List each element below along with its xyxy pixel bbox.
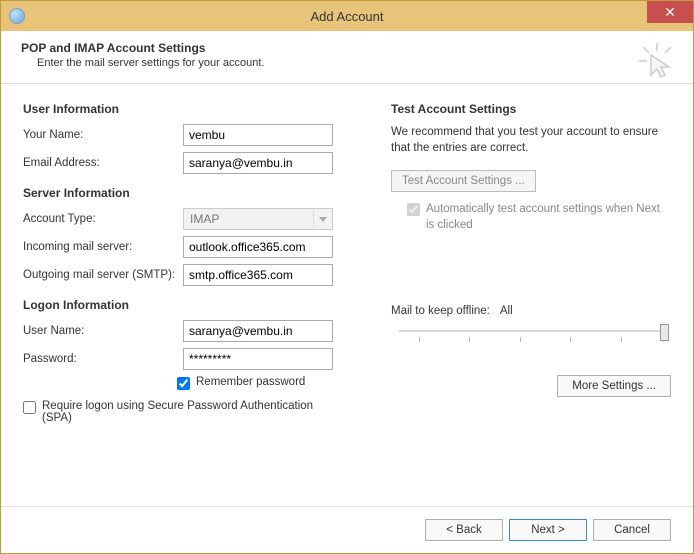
chevron-down-icon [313, 210, 331, 228]
label-password: Password: [23, 353, 183, 365]
window-title: Add Account [1, 9, 693, 24]
cursor-icon [637, 41, 677, 81]
label-outgoing: Outgoing mail server (SMTP): [23, 269, 183, 281]
label-your-name: Your Name: [23, 129, 183, 141]
incoming-server-input[interactable] [183, 236, 333, 258]
test-description: We recommend that you test your account … [391, 124, 671, 156]
label-user-name: User Name: [23, 325, 183, 337]
right-column: Test Account Settings We recommend that … [391, 102, 671, 496]
mail-offline-label: Mail to keep offline: [391, 305, 490, 317]
section-test-settings: Test Account Settings [391, 102, 671, 116]
label-incoming: Incoming mail server: [23, 241, 183, 253]
dialog-header: POP and IMAP Account Settings Enter the … [1, 31, 693, 84]
back-button[interactable]: < Back [425, 519, 503, 541]
left-column: User Information Your Name: Email Addres… [23, 102, 363, 496]
auto-test-row: Automatically test account settings when… [407, 202, 671, 233]
auto-test-checkbox[interactable] [407, 203, 420, 216]
remember-password-label: Remember password [196, 376, 305, 388]
auto-test-label: Automatically test account settings when… [426, 202, 671, 233]
cancel-button[interactable]: Cancel [593, 519, 671, 541]
slider-line [399, 330, 663, 332]
mail-offline-section: Mail to keep offline: All [391, 305, 671, 347]
next-button[interactable]: Next > [509, 519, 587, 541]
require-spa-label: Require logon using Secure Password Auth… [42, 400, 342, 424]
remember-password-row: Remember password [177, 376, 363, 390]
add-account-window: Add Account ✕ POP and IMAP Account Setti… [0, 0, 694, 554]
dialog-body: User Information Your Name: Email Addres… [1, 84, 693, 506]
section-server-info: Server Information [23, 186, 363, 200]
password-input[interactable] [183, 348, 333, 370]
require-spa-checkbox[interactable] [23, 401, 36, 414]
close-icon: ✕ [664, 5, 676, 19]
close-button[interactable]: ✕ [647, 1, 693, 23]
section-logon-info: Logon Information [23, 298, 363, 312]
header-subtitle: Enter the mail server settings for your … [21, 57, 673, 69]
mail-offline-value: All [500, 305, 513, 317]
label-account-type: Account Type: [23, 213, 183, 225]
require-spa-row: Require logon using Secure Password Auth… [23, 400, 363, 424]
user-name-input[interactable] [183, 320, 333, 342]
titlebar: Add Account ✕ [1, 1, 693, 31]
your-name-input[interactable] [183, 124, 333, 146]
remember-password-checkbox[interactable] [177, 377, 190, 390]
header-title: POP and IMAP Account Settings [21, 41, 673, 55]
section-user-info: User Information [23, 102, 363, 116]
email-input[interactable] [183, 152, 333, 174]
slider-thumb[interactable] [660, 324, 669, 341]
account-type-value: IMAP [190, 212, 219, 226]
account-type-select: IMAP [183, 208, 333, 230]
outgoing-server-input[interactable] [183, 264, 333, 286]
label-email: Email Address: [23, 157, 183, 169]
mail-offline-slider[interactable] [391, 323, 671, 347]
more-settings-button[interactable]: More Settings ... [557, 375, 671, 397]
test-account-settings-button[interactable]: Test Account Settings ... [391, 170, 536, 192]
dialog-footer: < Back Next > Cancel [1, 506, 693, 553]
